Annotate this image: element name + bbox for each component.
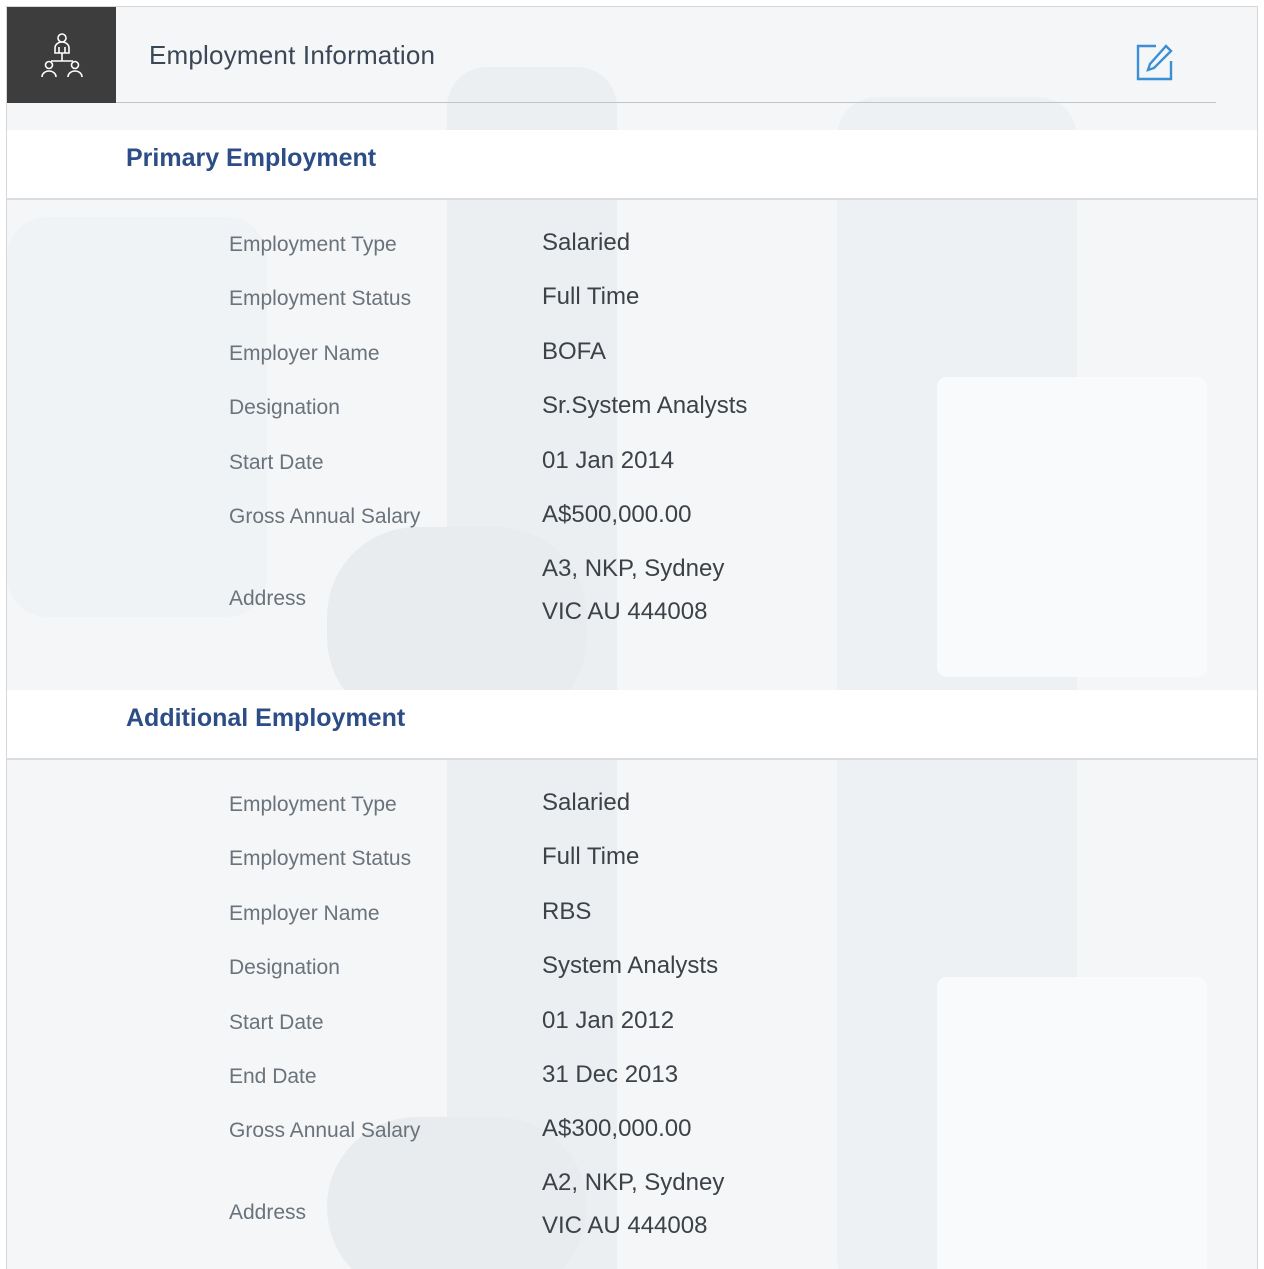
address-line-1: A2, NKP, Sydney	[542, 1169, 725, 1196]
field-label: Designation	[229, 956, 340, 979]
field-label: Employer Name	[229, 342, 380, 365]
address-line-2: VIC AU 444008	[542, 1212, 708, 1239]
field-label: Employment Status	[229, 287, 412, 310]
org-chart-icon	[7, 7, 116, 103]
field-value: 01 Jan 2012	[542, 1007, 675, 1034]
field-value: 01 Jan 2014	[542, 447, 675, 474]
field-label: Gross Annual Salary	[229, 1119, 421, 1142]
field-label: Employment Status	[229, 847, 412, 870]
field-value: A$500,000.00	[542, 501, 692, 528]
edit-icon	[1136, 44, 1173, 81]
field-label: Start Date	[229, 1011, 324, 1034]
field-label: Address	[229, 587, 307, 610]
field-value: Full Time	[542, 283, 640, 310]
field-label: Employment Type	[229, 233, 397, 256]
field-label: Designation	[229, 396, 340, 419]
header-divider	[116, 102, 1216, 103]
field-label: Gross Annual Salary	[229, 505, 421, 528]
address-line-2: VIC AU 444008	[542, 598, 708, 625]
address-line-1: A3, NKP, Sydney	[542, 555, 725, 582]
field-value: A$300,000.00	[542, 1115, 692, 1142]
field-value: Salaried	[542, 229, 631, 256]
field-label: Start Date	[229, 451, 324, 474]
page-title: Employment Information	[149, 40, 436, 70]
panel-header: Employment Information	[7, 7, 1257, 103]
field-label: End Date	[229, 1065, 317, 1088]
field-label: Employment Type	[229, 793, 397, 816]
field-value: BOFA	[542, 338, 607, 365]
section-title: Additional Employment	[126, 704, 406, 732]
field-value: 31 Dec 2013	[542, 1061, 679, 1088]
edit-button[interactable]	[1136, 43, 1174, 81]
field-label: Address	[229, 1201, 307, 1224]
employment-information-panel: Employment Information Primary Employmen…	[6, 6, 1258, 1269]
field-value: Full Time	[542, 843, 640, 870]
additional-employment-header: Additional Employment	[7, 690, 1257, 760]
primary-employment-header: Primary Employment	[7, 130, 1257, 200]
section-title: Primary Employment	[126, 144, 377, 172]
field-value: Salaried	[542, 789, 631, 816]
field-value: Sr.System Analysts	[542, 392, 748, 419]
field-value: RBS	[542, 898, 592, 925]
field-label: Employer Name	[229, 902, 380, 925]
field-value: System Analysts	[542, 952, 719, 979]
